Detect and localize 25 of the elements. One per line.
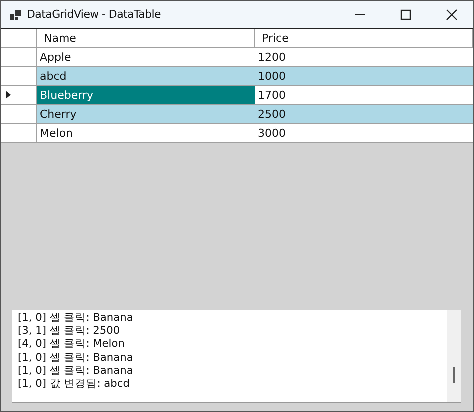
table-cell[interactable]: Blueberry [37, 86, 255, 104]
table-cell[interactable]: 2500 [255, 105, 473, 123]
column-header[interactable]: Price [255, 29, 473, 47]
log-entry: [3, 1] 셀 클릭: 2500 [18, 325, 122, 338]
table-cell[interactable]: 1200 [255, 48, 473, 66]
current-row-icon [6, 91, 11, 99]
column-header[interactable]: Name [37, 29, 255, 47]
table-cell[interactable]: abcd [37, 67, 255, 85]
scrollbar[interactable] [447, 310, 461, 402]
log-entry: [4, 0] 셀 클릭: Melon [18, 338, 126, 352]
table-cell[interactable]: 1700 [255, 86, 473, 104]
table-cell[interactable]: 3000 [255, 124, 473, 142]
table-cell[interactable]: Cherry [37, 105, 255, 123]
maximize-icon[interactable] [400, 8, 412, 20]
log-list[interactable]: [1, 0] 셀 클릭: Banana [3, 1] 셀 클릭: 2500 [4, 0] 셀 클릭: Melon [1, 0] 셀 클릭: Banana [1, 0] 셀 클릭: Banana [1, 0] 값 변경됨: abcd [12, 310, 461, 402]
log-entry: [1, 0] 값 변경됨: abcd [18, 378, 131, 392]
table-cell[interactable]: Apple [37, 48, 255, 66]
window-title: DataGridView - DataTable [27, 8, 161, 21]
table-cell[interactable]: 1000 [255, 67, 473, 85]
log-entry: [1, 0] 셀 클릭: Banana [18, 312, 134, 326]
app-icon [10, 10, 21, 20]
table-cell[interactable]: Melon [37, 124, 255, 142]
log-entry: [1, 0] 셀 클릭: Banana [18, 364, 134, 378]
close-icon[interactable] [446, 8, 458, 20]
log-entry: [1, 0] 셀 클릭: Banana [18, 352, 134, 365]
